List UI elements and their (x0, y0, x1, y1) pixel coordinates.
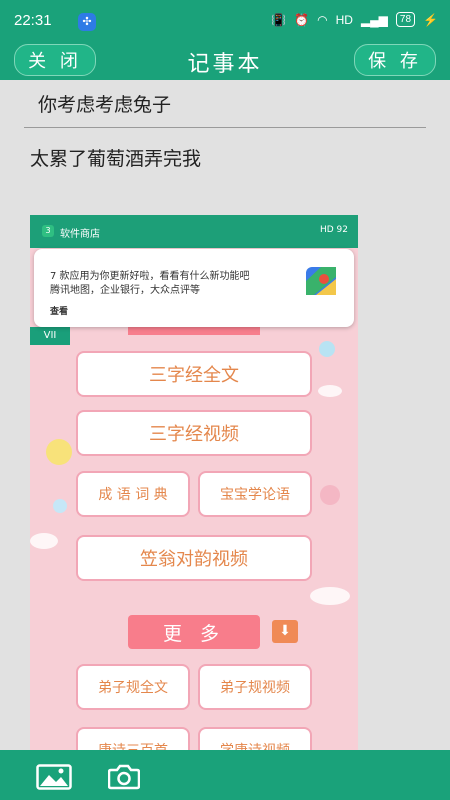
charging-icon: ⚡ (423, 12, 438, 27)
balloon-decoration (319, 341, 335, 357)
notification-line-1: 7 款应用为你更新好啦，看看有什么新功能吧 (50, 271, 250, 282)
camera-icon[interactable] (108, 764, 140, 790)
status-time: 22:31 (14, 12, 52, 29)
down-arrow-icon[interactable]: ⬇ (272, 620, 298, 643)
embedded-red-strip (128, 327, 260, 335)
cloud-decoration (310, 587, 350, 605)
wifi-icon: ◠ (317, 12, 328, 27)
status-bar: 22:31 ✣ 📳 ⏰ ◠ HD ▂▄▆ 78 ⚡ (0, 0, 450, 44)
app-notification-icon: ✣ (78, 13, 96, 31)
title-bar: 关 闭 记事本 保 存 (0, 44, 450, 80)
balloon-decoration (53, 499, 67, 513)
tang-poems-button[interactable]: 唐诗三百首 (76, 727, 190, 750)
signal-icon: ▂▄▆ (360, 12, 388, 27)
balloon-decoration (320, 485, 340, 505)
app-store-icon: 3 (42, 225, 54, 237)
bottom-toolbar (0, 750, 450, 800)
cloud-decoration (318, 385, 342, 397)
note-body-text[interactable]: 太累了葡萄酒弄完我 (30, 144, 201, 171)
alarm-icon: ⏰ (294, 12, 310, 27)
baby-analects-button[interactable]: 宝宝学论语 (198, 471, 312, 517)
li-weng-dui-yun-video-button[interactable]: 笠翁对韵视频 (76, 535, 312, 581)
idiom-dictionary-button[interactable]: 成 语 词 典 (76, 471, 190, 517)
vibrate-icon: 📳 (271, 12, 287, 27)
balloon-decoration (46, 439, 72, 465)
embedded-green-tab: VII (30, 327, 70, 345)
di-zi-gui-video-button[interactable]: 弟子规视频 (198, 664, 312, 710)
tang-poems-video-button[interactable]: 学唐诗视频 (198, 727, 312, 750)
save-button[interactable]: 保 存 (354, 44, 436, 76)
embedded-status-bar: 3 软件商店 HD 92 (30, 215, 358, 248)
san-zi-jing-video-button[interactable]: 三字经视频 (76, 410, 312, 456)
cloud-decoration (30, 533, 58, 549)
network-label: HD (335, 12, 353, 27)
embedded-screenshot-image[interactable]: 3 软件商店 HD 92 VII 7 款应用为你更新好啦，看看有什么新功能吧 腾… (30, 215, 358, 750)
battery-icon: 78 (395, 12, 416, 27)
embedded-status-label: 软件商店 (60, 229, 100, 240)
note-title-input[interactable]: 你考虑考虑兔子 (24, 90, 426, 128)
notification-line-2: 腾讯地图，企业银行，大众点评等 (50, 285, 200, 296)
image-icon[interactable] (36, 764, 72, 790)
status-icons: 📳 ⏰ ◠ HD ▂▄▆ 78 ⚡ (271, 12, 438, 27)
notification-view-button[interactable]: 查看 (50, 304, 68, 317)
di-zi-gui-text-button[interactable]: 弟子规全文 (76, 664, 190, 710)
more-button[interactable]: 更 多 (128, 615, 260, 649)
map-app-icon (306, 267, 336, 295)
update-notification[interactable]: 7 款应用为你更新好啦，看看有什么新功能吧 腾讯地图，企业银行，大众点评等 查看 (34, 249, 354, 327)
san-zi-jing-text-button[interactable]: 三字经全文 (76, 351, 312, 397)
embedded-status-right: HD 92 (319, 225, 348, 235)
